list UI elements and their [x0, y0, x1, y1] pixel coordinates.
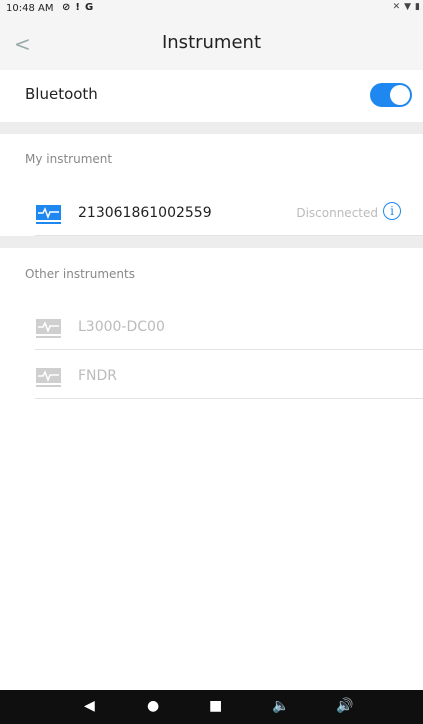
other-instrument-item[interactable]: L3000-DC00 — [35, 304, 423, 350]
section-divider — [0, 122, 423, 134]
toggle-knob — [390, 85, 410, 105]
status-time: 10:48 AM — [6, 3, 54, 14]
navigation-bar: ◀ ● ■ 🔈 🔊 — [0, 690, 423, 724]
alert-icon: ! — [75, 2, 80, 13]
connection-status: Disconnected — [296, 206, 378, 220]
bluetooth-label: Bluetooth — [25, 85, 98, 103]
google-icon: G — [84, 2, 94, 13]
instrument-icon — [36, 205, 61, 224]
instrument-name: L3000-DC00 — [78, 319, 165, 335]
instrument-icon — [36, 368, 61, 387]
battery-icon: ▮ — [415, 2, 420, 12]
recents-icon[interactable]: ■ — [209, 698, 222, 714]
wifi-icon: ▼ — [404, 2, 412, 12]
status-bar: 10:48 AM ⊘ ! G ✕ ▼ ▮ — [0, 0, 423, 18]
status-icons-right: ✕ ▼ ▮ — [393, 2, 420, 12]
instrument-name: FNDR — [78, 368, 118, 384]
section-divider — [0, 236, 423, 248]
mute-icon: ✕ — [392, 2, 401, 12]
bluetooth-toggle[interactable] — [370, 83, 412, 107]
status-icons-left: ⊘ ! G — [62, 2, 93, 13]
my-instrument-header: My instrument — [25, 152, 113, 166]
my-instrument-item[interactable]: 213061861002559 Disconnected i — [35, 190, 423, 236]
instrument-name: 213061861002559 — [78, 205, 212, 221]
other-instrument-item[interactable]: FNDR — [35, 353, 423, 399]
back-icon[interactable]: ◀ — [84, 698, 95, 714]
bluetooth-row: Bluetooth — [0, 70, 423, 120]
app-bar: < Instrument — [0, 18, 423, 70]
info-icon[interactable]: i — [383, 202, 401, 220]
volume-down-icon[interactable]: 🔈 — [272, 698, 289, 714]
instrument-icon — [36, 319, 61, 338]
page-title: Instrument — [161, 32, 262, 53]
other-instruments-header: Other instruments — [25, 267, 135, 281]
shield-icon: ⊘ — [62, 2, 71, 13]
volume-up-icon[interactable]: 🔊 — [336, 698, 353, 714]
home-icon[interactable]: ● — [147, 698, 159, 714]
